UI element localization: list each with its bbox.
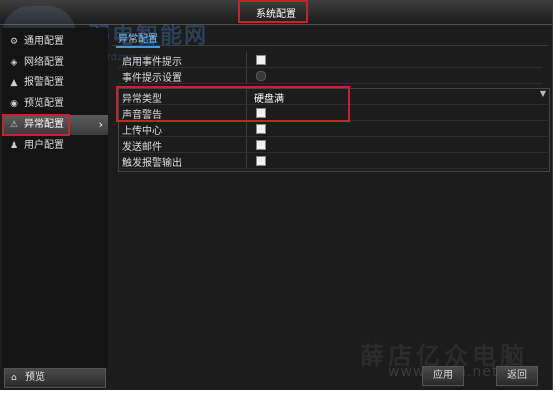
back-button[interactable]: 返回 (496, 366, 538, 386)
row-event-hint-settings: 事件提示设置 (118, 68, 542, 84)
row-enable-event-hint: 启用事件提示 (118, 52, 542, 68)
tab-divider (112, 45, 548, 46)
trigger-alarm-output-checkbox[interactable] (256, 156, 266, 166)
network-icon: ◈ (10, 58, 18, 68)
sidebar-item-user[interactable]: ♟ 用户配置 (2, 136, 108, 156)
upload-center-checkbox[interactable] (256, 124, 266, 134)
sidebar-item-network[interactable]: ◈ 网络配置 (2, 53, 108, 73)
system-config-window: 系统配置 弱电智能网 www.rdznw.com ⚙ 通用配置 ◈ 网络配置 ▲… (0, 0, 553, 390)
send-email-checkbox[interactable] (256, 140, 266, 150)
main-panel: 异常配置 启用事件提示 事件提示设置 (112, 28, 552, 374)
sidebar-item-label: 用户配置 (24, 140, 64, 151)
row-trigger-alarm-output: 触发报警输出 (118, 153, 548, 169)
sidebar-item-label: 通用配置 (24, 36, 64, 47)
sidebar-highlight-box (2, 114, 70, 136)
gear-icon: ⚙ (9, 37, 19, 47)
row-label: 上传中心 (122, 126, 162, 137)
sidebar-item-general[interactable]: ⚙ 通用配置 (2, 32, 108, 52)
sidebar-item-preview[interactable]: ◉ 预览配置 (2, 94, 108, 114)
rows-highlight-box (116, 86, 350, 122)
sidebar-item-alarm[interactable]: ▲ 报警配置 (2, 73, 108, 93)
alarm-icon: ▲ (10, 78, 18, 88)
chevron-right-icon: › (98, 118, 103, 131)
sidebar: ⚙ 通用配置 ◈ 网络配置 ▲ 报警配置 ◉ 预览配置 ⚠ 异常配置 › ♟ 用… (2, 28, 108, 368)
row-label: 事件提示设置 (122, 73, 182, 84)
users-icon: ♟ (9, 141, 19, 151)
enable-event-hint-checkbox[interactable] (256, 55, 266, 65)
sidebar-item-label: 报警配置 (24, 77, 64, 88)
event-hint-settings-gear-icon[interactable] (256, 71, 266, 81)
chevron-down-icon[interactable]: ▼ (540, 89, 546, 98)
home-icon: ⌂ (11, 373, 17, 383)
column-divider (246, 137, 247, 152)
sidebar-item-label: 网络配置 (24, 57, 64, 68)
apply-button[interactable]: 应用 (422, 366, 464, 386)
title-highlight-box (238, 0, 308, 23)
column-divider (246, 52, 247, 67)
row-send-email: 发送邮件 (118, 137, 548, 153)
eye-icon: ◉ (10, 99, 18, 109)
row-label: 发送邮件 (122, 142, 162, 153)
column-divider (246, 121, 247, 136)
row-label: 触发报警输出 (122, 158, 182, 169)
row-label: 启用事件提示 (122, 57, 182, 68)
sidebar-item-label: 预览配置 (24, 98, 64, 109)
preview-button[interactable]: ⌂ 预览 (4, 368, 106, 388)
column-divider (246, 153, 247, 168)
column-divider (246, 68, 247, 83)
preview-label: 预览 (25, 372, 45, 383)
row-upload-center: 上传中心 (118, 121, 548, 137)
